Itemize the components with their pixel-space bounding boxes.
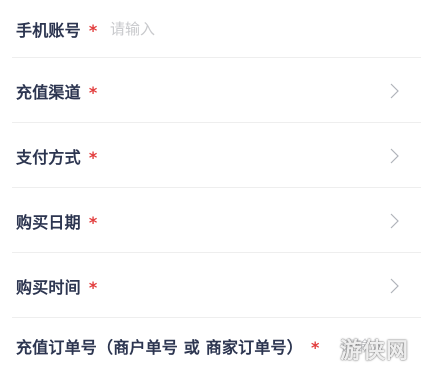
purchase-date-label-text: 购买日期 [16, 212, 81, 232]
required-asterisk: * [310, 337, 320, 357]
required-asterisk: * [88, 277, 98, 297]
chevron-right-icon [390, 148, 399, 163]
recharge-channel-row[interactable]: 充值渠道 * [0, 58, 421, 123]
payment-method-label: 支付方式 * [16, 144, 97, 168]
phone-account-label-text: 手机账号 [16, 21, 81, 40]
payment-method-label-text: 支付方式 [16, 147, 81, 167]
recharge-channel-label: 充值渠道 * [16, 79, 97, 103]
required-asterisk: * [88, 82, 98, 102]
recharge-channel-label-text: 充值渠道 [16, 82, 81, 102]
phone-account-label: 手机账号 * [16, 17, 97, 41]
recharge-form: 手机账号 * 充值渠道 * 支付方式 * 购买日期 * 购买时间 * 充值订单号（商户单号… [0, 0, 421, 373]
required-asterisk: * [88, 212, 98, 232]
chevron-right-icon [390, 278, 399, 293]
phone-account-row: 手机账号 * [0, 0, 421, 58]
phone-account-input[interactable] [110, 20, 290, 38]
order-number-label: 充值订单号（商户单号 或 商家订单号） * [16, 334, 320, 358]
purchase-time-row[interactable]: 购买时间 * [0, 253, 421, 318]
order-number-row: 充值订单号（商户单号 或 商家订单号） * [0, 318, 421, 373]
required-asterisk: * [88, 147, 98, 167]
order-number-input[interactable] [340, 336, 400, 355]
chevron-right-icon [390, 213, 399, 228]
order-number-label-text: 充值订单号（商户单号 或 商家订单号） [16, 337, 303, 357]
chevron-right-icon [390, 83, 399, 98]
required-asterisk: * [88, 21, 98, 40]
purchase-date-label: 购买日期 * [16, 209, 97, 233]
payment-method-row[interactable]: 支付方式 * [0, 123, 421, 188]
purchase-time-label: 购买时间 * [16, 274, 97, 298]
purchase-time-label-text: 购买时间 [16, 277, 81, 297]
purchase-date-row[interactable]: 购买日期 * [0, 188, 421, 253]
